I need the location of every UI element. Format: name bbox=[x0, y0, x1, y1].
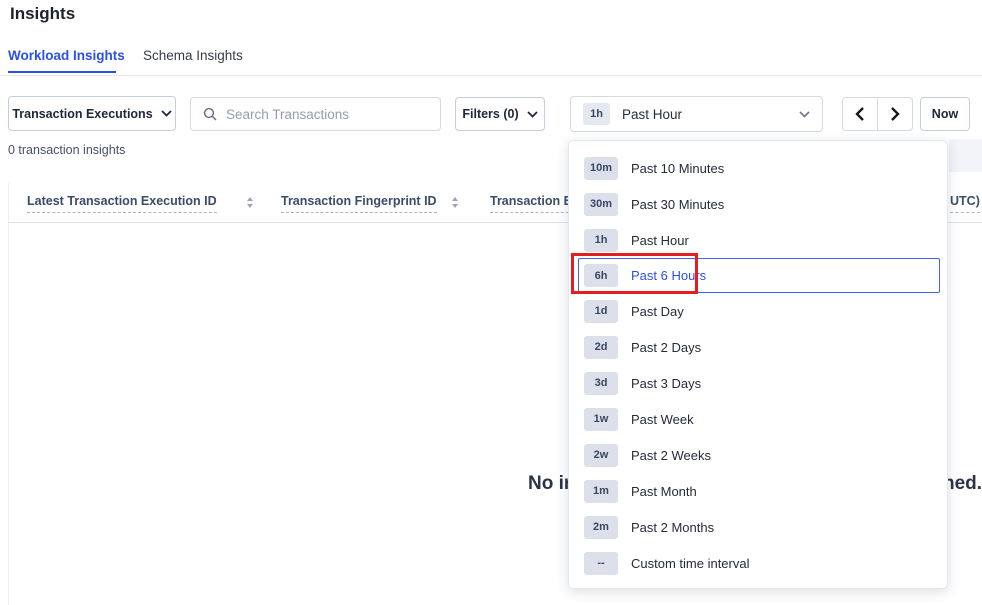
chevron-left-icon bbox=[855, 107, 865, 121]
column-header-transaction-execution[interactable]: Transaction Ex bbox=[490, 194, 579, 213]
time-option-past-day[interactable]: 1d Past Day bbox=[569, 293, 947, 329]
page-title: Insights bbox=[10, 4, 75, 24]
chevron-down-icon bbox=[799, 111, 810, 118]
transaction-type-dropdown[interactable]: Transaction Executions bbox=[8, 96, 176, 131]
time-option-past-30-minutes[interactable]: 30m Past 30 Minutes bbox=[569, 186, 947, 222]
empty-state-message-right: ned. bbox=[943, 473, 982, 495]
time-range-badge: 1h bbox=[583, 103, 610, 125]
time-option-past-2-weeks[interactable]: 2w Past 2 Weeks bbox=[569, 437, 947, 473]
filters-label: Filters (0) bbox=[462, 107, 518, 121]
time-range-label: Past Hour bbox=[622, 107, 682, 122]
time-option-past-week[interactable]: 1w Past Week bbox=[569, 401, 947, 437]
time-option-past-10-minutes[interactable]: 10m Past 10 Minutes bbox=[569, 150, 947, 186]
time-option-past-6-hours[interactable]: 6h Past 6 Hours bbox=[578, 258, 940, 293]
time-option-past-hour[interactable]: 1h Past Hour bbox=[569, 222, 947, 258]
search-input[interactable] bbox=[226, 107, 428, 122]
table-corner-block bbox=[949, 139, 982, 172]
time-range-picker[interactable]: 1h Past Hour bbox=[570, 96, 823, 132]
tabs-divider bbox=[0, 75, 982, 76]
tab-workload-insights[interactable]: Workload Insights bbox=[8, 48, 125, 63]
time-option-custom-interval[interactable]: -- Custom time interval bbox=[569, 545, 947, 581]
filters-dropdown[interactable]: Filters (0) bbox=[455, 97, 545, 131]
sort-icon[interactable] bbox=[247, 197, 253, 208]
time-option-past-month[interactable]: 1m Past Month bbox=[569, 473, 947, 509]
time-option-past-2-months[interactable]: 2m Past 2 Months bbox=[569, 509, 947, 545]
table-left-border bbox=[8, 183, 9, 605]
next-interval-button[interactable] bbox=[877, 97, 913, 131]
chevron-right-icon bbox=[890, 107, 900, 121]
column-header-utc-time[interactable]: UTC) bbox=[950, 194, 980, 213]
chevron-down-icon bbox=[527, 111, 538, 118]
sort-icon[interactable] bbox=[452, 197, 458, 208]
now-button[interactable]: Now bbox=[920, 97, 970, 131]
time-interval-dropdown-menu: 10m Past 10 Minutes 30m Past 30 Minutes … bbox=[568, 140, 948, 589]
previous-interval-button[interactable] bbox=[842, 97, 878, 131]
column-header-latest-execution-id[interactable]: Latest Transaction Execution ID bbox=[27, 194, 217, 213]
transaction-type-label: Transaction Executions bbox=[12, 107, 152, 121]
insights-page: Insights Workload Insights Schema Insigh… bbox=[0, 0, 982, 605]
active-tab-underline bbox=[8, 71, 116, 73]
time-option-past-2-days[interactable]: 2d Past 2 Days bbox=[569, 329, 947, 365]
chevron-down-icon bbox=[161, 110, 172, 117]
time-option-past-3-days[interactable]: 3d Past 3 Days bbox=[569, 365, 947, 401]
column-header-fingerprint-id[interactable]: Transaction Fingerprint ID bbox=[281, 194, 437, 213]
search-icon bbox=[203, 107, 217, 121]
tab-schema-insights[interactable]: Schema Insights bbox=[143, 48, 243, 63]
insights-count: 0 transaction insights bbox=[8, 143, 125, 157]
search-container[interactable] bbox=[190, 97, 441, 131]
